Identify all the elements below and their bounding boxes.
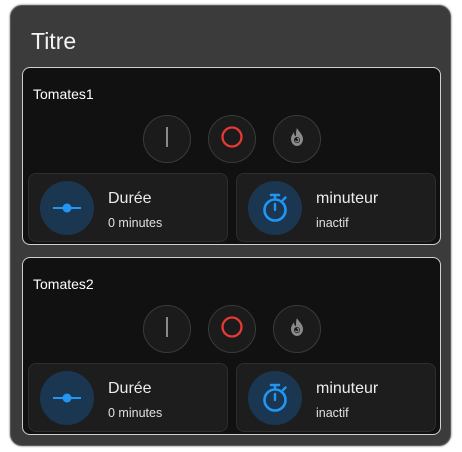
entity-card-tomates1: Tomates1 Durée 0 minutes minuteur inacti… [22, 67, 441, 245]
tile-state: 0 minutes [108, 216, 163, 230]
tile-label: minuteur [316, 190, 379, 207]
timer-icon [248, 371, 302, 425]
turn-on-button[interactable] [208, 305, 256, 353]
entity-title: Tomates1 [33, 86, 94, 102]
tile-state: 0 minutes [108, 406, 163, 420]
fire-boost-icon [288, 127, 306, 152]
slider-icon [40, 181, 94, 235]
timer-tile[interactable]: minuteur inactif [236, 173, 436, 242]
boost-button[interactable] [273, 305, 321, 353]
fire-boost-icon [288, 317, 306, 342]
power-on-circle-icon [220, 125, 244, 154]
power-off-line-icon [156, 316, 178, 343]
entity-title: Tomates2 [33, 276, 94, 292]
boost-button[interactable] [273, 115, 321, 163]
tile-label: minuteur [316, 380, 379, 397]
duration-tile[interactable]: Durée 0 minutes [28, 363, 228, 432]
turn-off-button[interactable] [143, 115, 191, 163]
vertical-stack-card: Titre Tomates1 Durée 0 minutes minuteur … [10, 5, 451, 446]
power-on-circle-icon [220, 315, 244, 344]
slider-icon [40, 371, 94, 425]
power-off-line-icon [156, 126, 178, 153]
turn-on-button[interactable] [208, 115, 256, 163]
turn-off-button[interactable] [143, 305, 191, 353]
duration-tile[interactable]: Durée 0 minutes [28, 173, 228, 242]
tile-label: Durée [108, 380, 152, 397]
timer-tile[interactable]: minuteur inactif [236, 363, 436, 432]
card-title: Titre [31, 28, 77, 54]
tile-state: inactif [316, 406, 349, 420]
tile-state: inactif [316, 216, 349, 230]
timer-icon [248, 181, 302, 235]
entity-card-tomates2: Tomates2 Durée 0 minutes minuteur inacti… [22, 257, 441, 435]
tile-label: Durée [108, 190, 152, 207]
